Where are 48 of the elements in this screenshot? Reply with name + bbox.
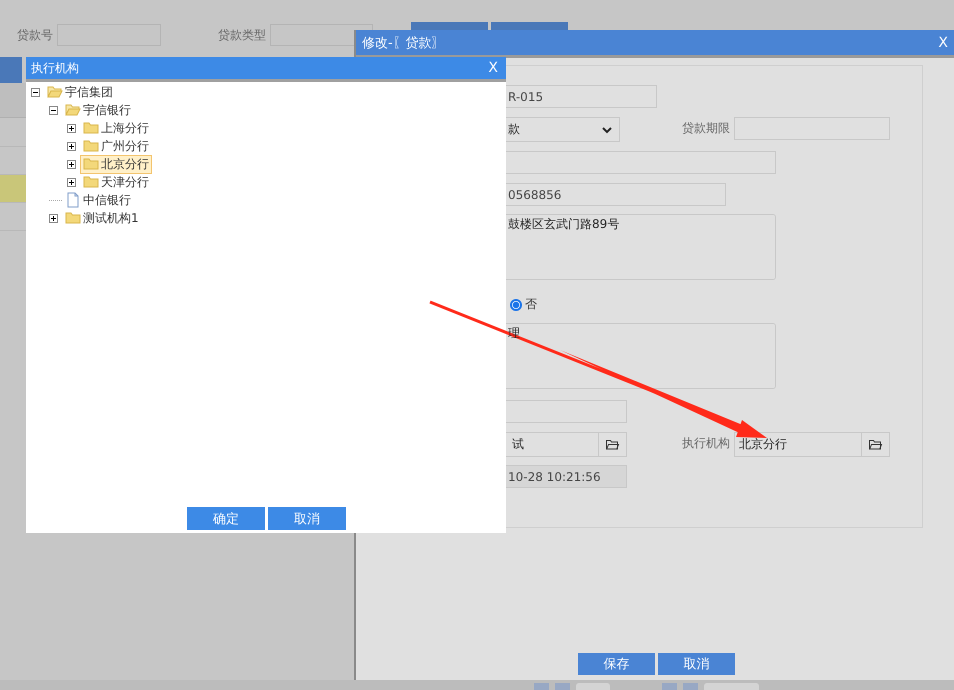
expand-icon[interactable]: [67, 178, 76, 186]
folder-icon: [65, 102, 81, 118]
input-field[interactable]: [734, 117, 890, 140]
input-field[interactable]: 0568856: [506, 183, 726, 206]
text-area[interactable]: 鼓楼区玄武门路89号: [506, 214, 776, 280]
picker-field[interactable]: 试: [506, 432, 627, 457]
table-row[interactable]: [0, 175, 26, 203]
field-label: 执行机构: [682, 435, 730, 452]
input-field: 10-28 10:21:56: [506, 465, 627, 488]
folder-icon: [605, 438, 620, 452]
tree-item[interactable]: 测试机构1: [62, 208, 142, 228]
close-button[interactable]: X: [938, 34, 948, 50]
expand-icon[interactable]: [67, 160, 76, 168]
collapse-icon[interactable]: [31, 88, 40, 96]
expand-icon[interactable]: [49, 214, 58, 222]
dialog-title: 修改-〖贷款〗: [362, 34, 445, 52]
tree-item[interactable]: 上海分行: [80, 118, 152, 138]
folder-icon: [868, 438, 883, 452]
input-field[interactable]: [506, 400, 627, 423]
input-field[interactable]: [506, 151, 776, 174]
dialog-button[interactable]: 确定: [187, 507, 265, 530]
input-field[interactable]: R-015: [506, 85, 657, 108]
field-label: 贷款期限: [682, 120, 730, 137]
expand-icon[interactable]: [67, 142, 76, 150]
expand-icon[interactable]: [67, 124, 76, 132]
folder-icon: [83, 156, 99, 172]
tree-item[interactable]: 中信银行: [62, 190, 134, 210]
folder-icon: [83, 120, 99, 136]
collapse-icon[interactable]: [49, 106, 58, 114]
tree-item[interactable]: 宇信银行: [62, 100, 134, 120]
folder-icon: [65, 210, 81, 226]
tree-item[interactable]: 广州分行: [80, 136, 152, 156]
tree-item[interactable]: 天津分行: [80, 172, 152, 192]
close-button[interactable]: X: [488, 60, 498, 76]
tree-item[interactable]: 宇信集团: [44, 82, 116, 102]
document-icon: [65, 192, 81, 208]
radio-button[interactable]: [510, 298, 522, 310]
field-label: 贷款号: [17, 26, 53, 44]
dialog-button[interactable]: 取消: [658, 653, 735, 675]
field-label: 贷款类型: [218, 26, 266, 44]
radio-label: 否: [525, 296, 537, 313]
table-tab[interactable]: [0, 57, 22, 83]
dialog-button[interactable]: 取消: [268, 507, 346, 530]
dialog-title: 执行机构: [31, 60, 79, 76]
select-field[interactable]: 款: [506, 117, 620, 142]
dialog-button[interactable]: 保存: [578, 653, 655, 675]
tree-item[interactable]: 北京分行: [80, 154, 152, 174]
folder-icon: [47, 84, 63, 100]
